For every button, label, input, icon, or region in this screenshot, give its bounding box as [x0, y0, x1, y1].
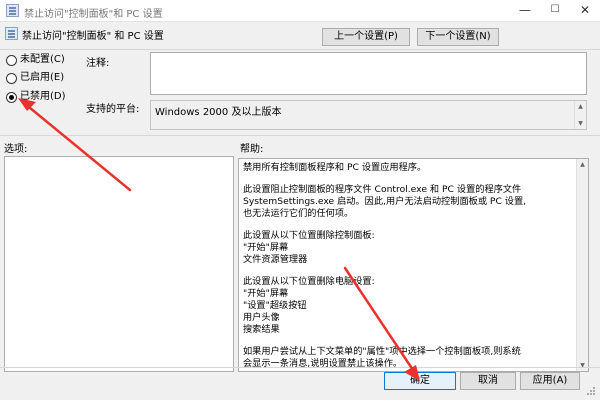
close-button[interactable]: ✕: [570, 0, 600, 22]
resize-grip-icon[interactable]: [586, 386, 596, 396]
scroll-up-arrow-icon[interactable]: ▲: [575, 101, 586, 112]
apply-button[interactable]: 应用(A): [520, 372, 580, 390]
help-line: SystemSettings.exe 启动。因此,用户无法启动控制面板或 PC …: [243, 196, 527, 207]
help-paragraph: 此设置阻止控制面板的程序文件 Control.exe 和 PC 设置的程序文件 S…: [243, 184, 573, 220]
help-paragraph: 此设置从以下位置删除电脑设置: "开始"屏幕 "设置"超级按钮 用户头像 搜索结果: [243, 276, 573, 336]
platform-scrollbar[interactable]: ▲ ▼: [574, 101, 586, 129]
radio-checked-icon[interactable]: [6, 92, 17, 103]
policy-settings-icon: [6, 4, 19, 17]
help-line: 搜索结果: [243, 324, 280, 335]
next-setting-button[interactable]: 下一个设置(N): [417, 28, 499, 46]
comment-label: 注释:: [86, 58, 110, 69]
radio-enabled[interactable]: 已启用(E): [6, 72, 86, 85]
radio-label: 未配置(C): [20, 54, 65, 65]
title-bar[interactable]: 禁止访问"控制面板"和 PC 设置 — ☐ ✕: [0, 0, 600, 22]
help-line: "开始"屏幕: [243, 242, 289, 253]
minimize-button[interactable]: —: [510, 0, 540, 22]
radio-disabled[interactable]: 已禁用(D): [6, 91, 86, 104]
help-line: "开始"屏幕: [243, 288, 289, 299]
comment-textarea[interactable]: [150, 52, 587, 95]
maximize-button[interactable]: ☐: [540, 0, 570, 22]
help-line: 此设置从以下位置删除控制面板:: [243, 230, 375, 241]
help-text: 禁用所有控制面板程序和 PC 设置应用程序。此设置阻止控制面板的程序文件 Con…: [243, 162, 573, 380]
scroll-down-arrow-icon[interactable]: ▼: [575, 118, 586, 129]
scroll-down-arrow-icon[interactable]: ▼: [577, 360, 588, 371]
supported-platform-label: 支持的平台:: [86, 104, 140, 115]
cancel-button[interactable]: 取消: [460, 372, 516, 390]
radio-circle-icon[interactable]: [6, 55, 17, 66]
policy-dialog-window: 禁止访问"控制面板"和 PC 设置 — ☐ ✕ 禁止访问"控制面板" 和 PC …: [0, 0, 600, 400]
scroll-up-arrow-icon[interactable]: ▲: [577, 159, 588, 170]
window-title: 禁止访问"控制面板"和 PC 设置: [24, 9, 163, 20]
help-scrollbar[interactable]: ▲ ▼: [576, 159, 588, 371]
ok-button[interactable]: 确定: [384, 372, 456, 390]
help-line: 也无法运行它们的任何项。: [243, 208, 354, 219]
options-label: 选项:: [4, 144, 28, 155]
radio-circle-icon[interactable]: [6, 73, 17, 84]
radio-label: 已启用(E): [20, 72, 65, 83]
setting-title: 禁止访问"控制面板" 和 PC 设置: [22, 31, 164, 42]
radio-not-configured[interactable]: 未配置(C): [6, 54, 86, 67]
footer-divider: [0, 367, 600, 368]
help-line: 文件资源管理器: [243, 254, 308, 265]
help-line: 此设置阻止控制面板的程序文件 Control.exe 和 PC 设置的程序文件: [243, 184, 522, 195]
previous-setting-button[interactable]: 上一个设置(P): [322, 28, 410, 46]
header-divider: [0, 49, 600, 50]
help-line: 禁用所有控制面板程序和 PC 设置应用程序。: [243, 162, 427, 173]
help-line: "设置"超级按钮: [243, 300, 307, 311]
help-panel[interactable]: 禁用所有控制面板程序和 PC 设置应用程序。此设置阻止控制面板的程序文件 Con…: [238, 158, 589, 372]
help-label: 帮助:: [240, 144, 264, 155]
help-paragraph: 此设置从以下位置删除控制面板: "开始"屏幕 文件资源管理器: [243, 230, 573, 266]
options-panel: [4, 156, 234, 372]
help-line: 如果用户尝试从上下文菜单的"属性"项中选择一个控制面板项,则系统: [243, 346, 521, 357]
policy-setting-icon: [5, 27, 18, 40]
help-line: 用户头像: [243, 312, 280, 323]
supported-platform-field: Windows 2000 及以上版本 ▲ ▼: [150, 100, 587, 130]
help-line: 此设置从以下位置删除电脑设置:: [243, 276, 375, 287]
help-paragraph: 禁用所有控制面板程序和 PC 设置应用程序。: [243, 162, 573, 174]
radio-label: 已禁用(D): [20, 91, 66, 102]
supported-platform-value: Windows 2000 及以上版本: [155, 107, 282, 118]
section-divider: [0, 135, 600, 136]
help-line: 会显示一条消息,说明设置禁止该操作。: [243, 358, 403, 369]
